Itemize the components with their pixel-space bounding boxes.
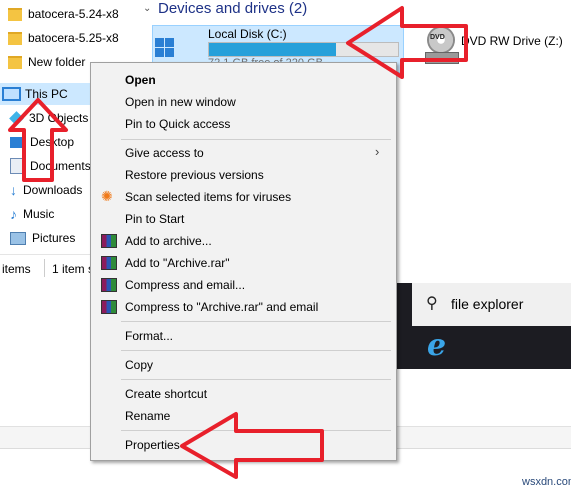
arrow-left-icon [180,412,324,479]
watermark: wsxdn.com [522,476,571,488]
annotation-arrows [8,6,468,479]
arrow-up-icon [8,98,68,182]
arrow-left-icon [346,6,468,79]
